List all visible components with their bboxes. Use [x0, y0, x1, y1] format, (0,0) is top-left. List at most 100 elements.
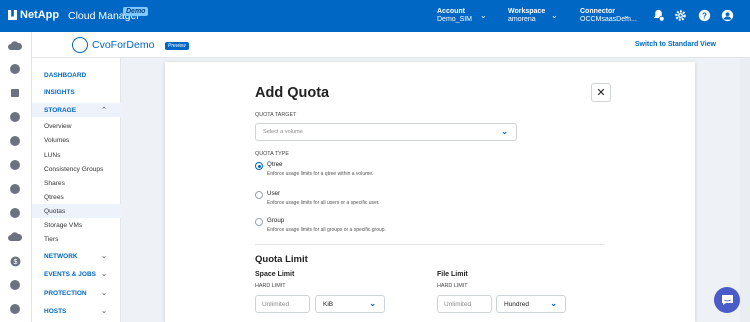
nav-quotas[interactable]: Quotas — [32, 204, 121, 218]
space-limit-title: Space Limit — [255, 271, 295, 278]
close-button[interactable]: ✕ — [591, 83, 611, 102]
cloud-icon[interactable] — [7, 229, 23, 245]
settings-gear-icon[interactable] — [673, 8, 687, 22]
quota-type-group-option[interactable]: Group Enforce usage limits for all group… — [255, 217, 386, 233]
nav-luns[interactable]: LUNs — [32, 148, 121, 162]
account-label: Account — [437, 8, 465, 15]
nav-events-jobs[interactable]: EVENTS & JOBS ⌄ — [32, 267, 121, 281]
close-icon: ✕ — [596, 87, 606, 99]
group-title: Group — [267, 217, 285, 224]
nav-network[interactable]: NETWORK ⌄ — [32, 249, 121, 263]
section-divider — [255, 244, 605, 245]
file-unit-value: Hundred — [504, 300, 529, 308]
protection-icon[interactable] — [7, 109, 23, 125]
space-unit-select[interactable]: KiB ⌄ — [315, 295, 385, 313]
space-hard-limit-input[interactable]: Unlimited — [255, 295, 310, 313]
file-limit-title: File Limit — [437, 271, 468, 278]
monitoring-icon[interactable] — [7, 157, 23, 173]
nav-protection[interactable]: PROTECTION ⌄ — [32, 286, 121, 300]
svg-text:?: ? — [702, 11, 707, 20]
compliance-icon[interactable] — [7, 61, 23, 77]
nav-events-jobs-label: EVENTS & JOBS — [44, 270, 97, 278]
quota-target-label: QUOTA TARGET — [255, 112, 297, 118]
workspace-selector[interactable]: Workspace amorena — [508, 8, 545, 24]
chat-icon — [721, 295, 733, 305]
nav-consistency-groups[interactable]: Consistency Groups — [32, 162, 121, 176]
chevron-up-icon: ⌃ — [101, 107, 107, 114]
connector-chevron-icon[interactable]: ⌄ — [623, 11, 630, 20]
help-icon[interactable]: ? — [697, 8, 711, 22]
nav-overview[interactable]: Overview — [32, 119, 121, 133]
add-quota-dialog — [165, 62, 695, 322]
nav-qtrees[interactable]: Qtrees — [32, 190, 121, 204]
working-environment-name: CvoForDemo — [92, 39, 155, 51]
user-description: Enforce usage limits for all users or a … — [267, 200, 380, 206]
space-unit-value: KiB — [323, 300, 334, 308]
user-account-icon[interactable] — [720, 8, 734, 22]
user-title: User — [267, 190, 281, 197]
switch-to-standard-view-link[interactable]: Switch to Standard View — [635, 41, 716, 48]
qtree-title: Qtree — [267, 161, 283, 168]
alerts-icon[interactable] — [7, 301, 23, 317]
quota-target-select[interactable]: Select a volume ⌄ — [255, 123, 517, 141]
billing-icon[interactable]: $ — [7, 253, 23, 269]
account-value: Demo_SIM — [437, 16, 473, 23]
sync-icon[interactable] — [7, 205, 23, 221]
netapp-logo[interactable]: NetApp — [8, 9, 59, 21]
nav-dashboard[interactable]: DASHBOARD — [32, 68, 121, 82]
nav-volumes[interactable]: Volumes — [32, 133, 121, 147]
user-radio[interactable] — [255, 191, 263, 199]
chevron-down-icon: ⌄ — [369, 299, 376, 308]
group-radio[interactable] — [255, 218, 263, 226]
notifications-icon[interactable] — [651, 8, 665, 22]
netapp-logo-icon — [8, 10, 17, 20]
chevron-down-icon: ⌄ — [550, 299, 557, 308]
workspace-chevron-icon[interactable]: ⌄ — [551, 11, 558, 20]
top-bar: NetApp Cloud Manager Demo Account Demo_S… — [0, 0, 750, 32]
space-hard-limit-label: HARD LIMIT — [255, 283, 286, 289]
chevron-down-icon: ⌄ — [501, 127, 508, 136]
chevron-down-icon: ⌄ — [101, 253, 107, 260]
quota-type-user-option[interactable]: User Enforce usage limits for all users … — [255, 190, 380, 206]
storage-icon[interactable] — [7, 85, 23, 101]
analytics-icon[interactable] — [7, 181, 23, 197]
qtree-description: Enforce usage limits for a qtree within … — [267, 171, 374, 177]
file-hard-limit-label: HARD LIMIT — [437, 283, 468, 289]
chat-support-button[interactable] — [714, 287, 740, 313]
svg-text:$: $ — [13, 259, 17, 266]
preview-badge: Preview — [165, 42, 189, 50]
canvas-icon[interactable] — [7, 38, 23, 54]
working-environment-icon — [72, 37, 88, 53]
account-selector[interactable]: Account Demo_SIM — [437, 8, 472, 24]
workspace-label: Workspace — [508, 8, 546, 15]
icon-rail: $ — [0, 32, 32, 322]
nav-insights[interactable]: INSIGHTS — [32, 85, 121, 99]
right-scroll-gutter — [740, 58, 750, 322]
nav-network-label: NETWORK — [44, 252, 78, 260]
quota-type-qtree-option[interactable]: Qtree Enforce usage limits for a qtree w… — [255, 161, 373, 177]
nav-hosts-label: HOSTS — [44, 307, 67, 315]
chevron-down-icon: ⌄ — [101, 308, 107, 315]
nav-tiers[interactable]: Tiers — [32, 232, 121, 246]
governance-icon[interactable] — [7, 133, 23, 149]
quota-type-label: QUOTA TYPE — [255, 151, 289, 157]
tools-icon[interactable] — [7, 277, 23, 293]
qtree-radio[interactable] — [255, 162, 263, 170]
account-chevron-icon[interactable]: ⌄ — [480, 11, 487, 20]
demo-badge: Demo — [123, 7, 149, 16]
nav-storage[interactable]: STORAGE ⌃ — [32, 103, 121, 117]
nav-storage-vms[interactable]: Storage VMs — [32, 218, 121, 232]
workspace-value: amorena — [508, 16, 536, 23]
file-hard-limit-input[interactable]: Unlimited — [437, 295, 492, 313]
quota-target-placeholder: Select a volume — [263, 129, 303, 135]
nav-shares[interactable]: Shares — [32, 176, 121, 190]
working-environment-header: CvoForDemo Preview Switch to Standard Vi… — [32, 32, 750, 58]
file-unit-select[interactable]: Hundred ⌄ — [496, 295, 566, 313]
logo-text: NetApp — [20, 9, 60, 21]
dialog-title: Add Quota — [255, 85, 330, 101]
quota-limit-title: Quota Limit — [255, 254, 308, 265]
left-nav: DASHBOARD INSIGHTS STORAGE ⌃ Overview Vo… — [32, 58, 121, 322]
nav-hosts[interactable]: HOSTS ⌄ — [32, 304, 121, 318]
nav-protection-label: PROTECTION — [44, 289, 87, 297]
chevron-down-icon: ⌄ — [101, 290, 107, 297]
